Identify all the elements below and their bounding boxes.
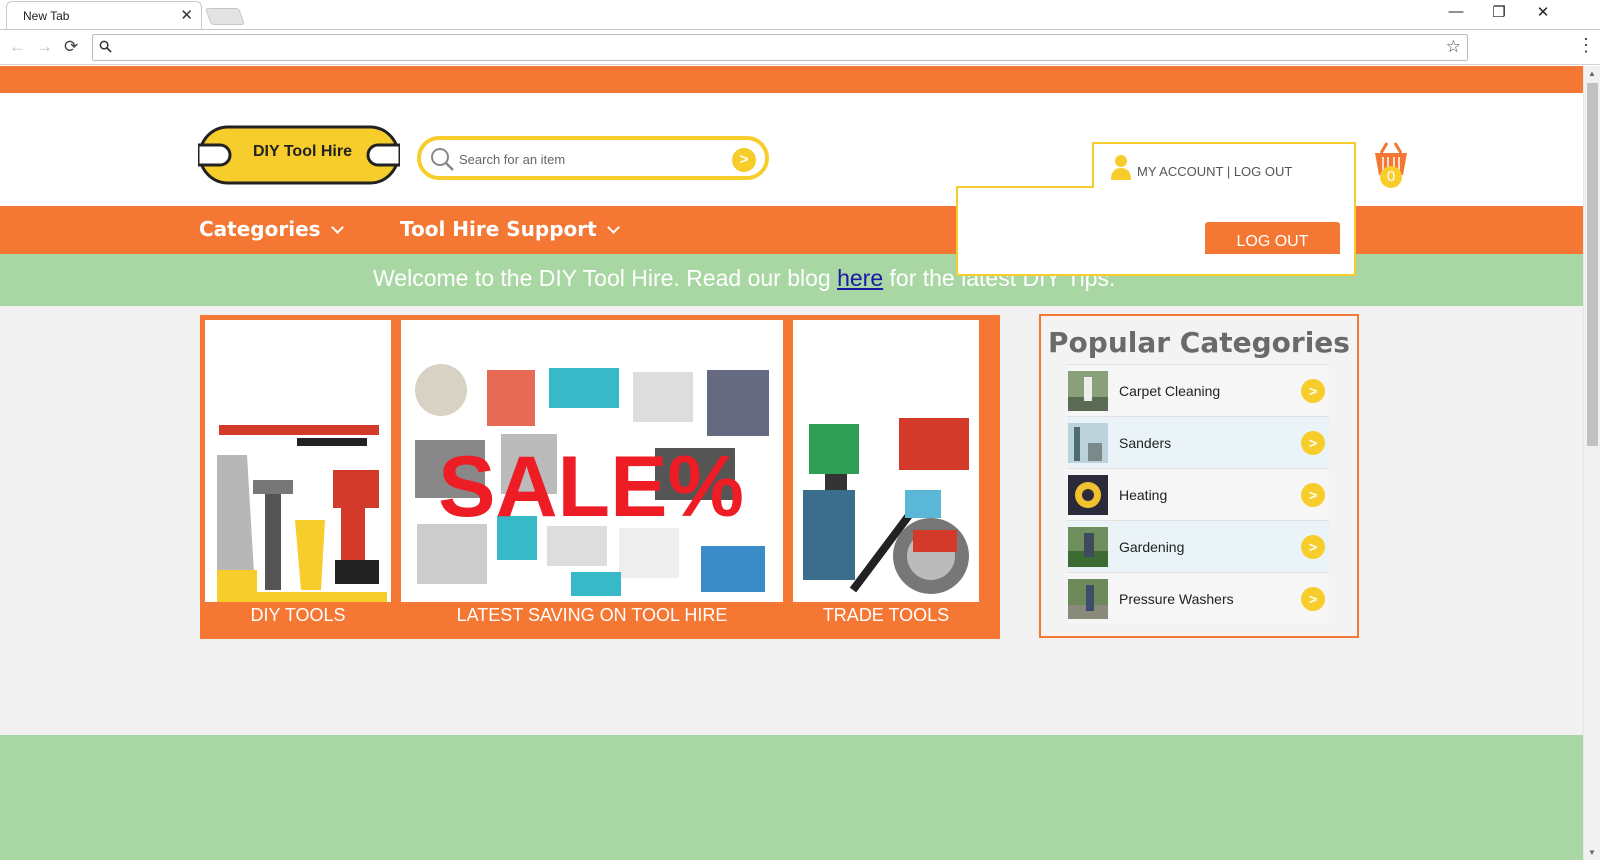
minimize-icon[interactable]: — <box>1433 3 1479 20</box>
browser-menu-icon[interactable]: ⋮ <box>1577 35 1595 56</box>
sale-label[interactable]: LATEST SAVING ON TOOL HIRE <box>401 605 783 626</box>
welcome-before: Welcome to the DIY Tool Hire. Read our b… <box>373 265 838 291</box>
diy-tools-tile[interactable] <box>205 320 391 602</box>
category-gardening[interactable]: Gardening > <box>1067 520 1329 572</box>
scroll-up-icon[interactable]: ▲ <box>1588 69 1596 78</box>
promo-tiles: SALE% DIY TOOLS LATEST SAVING ON TOOL HI… <box>200 315 1000 639</box>
footer-green-band <box>0 735 1583 860</box>
address-input[interactable] <box>117 38 1427 57</box>
back-icon[interactable]: ← <box>9 37 26 57</box>
forward-icon[interactable]: → <box>36 37 53 57</box>
nav-categories[interactable]: Categories <box>199 217 344 241</box>
tab-close-icon[interactable]: ✕ <box>180 6 193 24</box>
trade-tools-image <box>803 418 969 594</box>
browser-toolbar: ← → ⟳ ☆ ⋮ <box>0 29 1600 65</box>
my-account-link[interactable]: MY ACCOUNT <box>1137 164 1223 179</box>
top-orange-band <box>0 66 1583 93</box>
user-icon <box>1111 155 1131 180</box>
chevron-down-icon <box>606 221 620 234</box>
heating-thumb <box>1068 475 1108 515</box>
nav-tool-hire-support[interactable]: Tool Hire Support <box>400 217 620 241</box>
sale-overlay-text: SALE% <box>438 439 744 535</box>
search-input[interactable] <box>459 150 719 168</box>
page-viewport: DIY Tool Hire > MY ACCOUNT | LOG OUT LOG… <box>0 66 1583 860</box>
browser-tabbar: New Tab ✕ — ❐ ✕ <box>0 0 1600 29</box>
account-links: MY ACCOUNT | LOG OUT <box>1137 164 1292 179</box>
chevron-right-icon[interactable]: > <box>1301 379 1325 403</box>
account-box: MY ACCOUNT | LOG OUT <box>1092 142 1356 189</box>
category-name: Pressure Washers <box>1119 591 1234 607</box>
gardening-thumb <box>1068 527 1108 567</box>
account-separator: | <box>1223 164 1234 179</box>
chevron-down-icon <box>330 221 344 234</box>
diy-tools-image <box>217 425 387 602</box>
category-name: Heating <box>1119 487 1168 503</box>
account-dropdown-bottom <box>956 254 1356 276</box>
diy-tools-label[interactable]: DIY TOOLS <box>205 605 391 626</box>
trade-tools-tile[interactable] <box>793 320 979 602</box>
nav-support-label: Tool Hire Support <box>400 217 597 241</box>
search-icon <box>431 148 454 171</box>
category-name: Sanders <box>1119 435 1172 451</box>
browser-tab[interactable]: New Tab ✕ <box>6 1 202 29</box>
category-name: Carpet Cleaning <box>1119 383 1221 399</box>
omnibox-search-icon <box>99 40 112 53</box>
blog-link[interactable]: here <box>837 265 883 291</box>
reload-icon[interactable]: ⟳ <box>64 37 78 57</box>
address-bar[interactable]: ☆ <box>92 34 1468 61</box>
category-carpet-cleaning[interactable]: Carpet Cleaning > <box>1067 364 1329 416</box>
nav-categories-label: Categories <box>199 217 321 241</box>
bookmark-star-icon[interactable]: ☆ <box>1446 37 1461 57</box>
sale-tile[interactable]: SALE% <box>401 320 783 602</box>
category-heating[interactable]: Heating > <box>1067 468 1329 520</box>
sale-tools-image: SALE% <box>415 364 769 596</box>
basket-count-badge: 0 <box>1380 166 1402 188</box>
new-tab-button[interactable] <box>204 8 246 25</box>
restore-icon[interactable]: ❐ <box>1476 3 1522 21</box>
chevron-right-icon[interactable]: > <box>1301 431 1325 455</box>
window-close-icon[interactable]: ✕ <box>1520 3 1566 21</box>
chevron-right-icon[interactable]: > <box>1301 535 1325 559</box>
logo-text: DIY Tool Hire <box>253 143 352 160</box>
scroll-thumb[interactable] <box>1587 83 1598 446</box>
popular-title: Popular Categories <box>1048 326 1350 359</box>
search-box[interactable]: > <box>417 136 769 180</box>
category-list: Carpet Cleaning > Sanders > Heating > Ga… <box>1067 364 1329 624</box>
sanders-thumb <box>1068 423 1108 463</box>
page-scrollbar[interactable]: ▲ ▼ <box>1583 66 1600 860</box>
category-pressure-washers[interactable]: Pressure Washers > <box>1067 572 1329 624</box>
trade-tools-label[interactable]: TRADE TOOLS <box>793 605 979 626</box>
scroll-down-icon[interactable]: ▼ <box>1588 848 1596 857</box>
pressure-washers-thumb <box>1068 579 1108 619</box>
carpet-cleaning-thumb <box>1068 371 1108 411</box>
chevron-right-icon[interactable]: > <box>1301 483 1325 507</box>
logout-link[interactable]: LOG OUT <box>1234 164 1293 179</box>
chevron-right-icon[interactable]: > <box>1301 587 1325 611</box>
category-name: Gardening <box>1119 539 1185 555</box>
popular-categories: Popular Categories Carpet Cleaning > San… <box>1039 314 1359 638</box>
category-sanders[interactable]: Sanders > <box>1067 416 1329 468</box>
tab-title: New Tab <box>23 9 70 23</box>
search-submit-button[interactable]: > <box>732 148 756 172</box>
